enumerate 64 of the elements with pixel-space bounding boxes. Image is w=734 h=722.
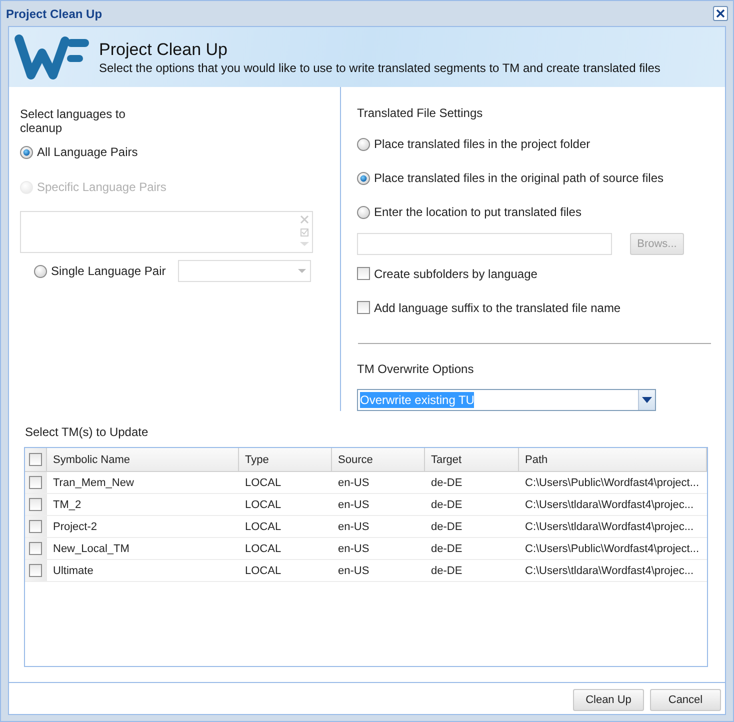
dialog-button[interactable]: Clean Up: [573, 689, 644, 711]
table-cell-text: LOCAL: [244, 498, 282, 512]
table-cell-text: LOCAL: [244, 476, 282, 490]
radio-label: Place translated files in the project folder: [374, 137, 590, 152]
table-cell-text: C:\Users\tldara\Wordfast4\projec...: [524, 498, 695, 512]
table-cell-text: C:\Users\Public\Wordfast4\project...: [524, 542, 700, 556]
table-cell-text: en-US: [337, 498, 370, 512]
radio-label: Single Language Pair: [51, 264, 167, 278]
table-cell-text: de-DE: [430, 476, 464, 490]
dialog-description: Select the options that you would like to use to write translated segments to TM and create translated files: [99, 60, 660, 74]
table-cell-text: Ultimate: [52, 564, 94, 578]
radio-button[interactable]: [357, 138, 370, 151]
radio-label: Place translated files in the original path of source files: [374, 171, 664, 186]
radio-button[interactable]: [357, 206, 370, 219]
checkbox-label: Add language suffix to the translated file name: [374, 300, 621, 315]
location-field[interactable]: [357, 233, 612, 256]
table-cell-text: LOCAL: [244, 542, 282, 556]
column-header[interactable]: Type: [239, 448, 332, 471]
dropdown-arrow-icon: [642, 396, 652, 403]
section-label: Select TM(s) to Update: [25, 425, 150, 439]
table-cell-text: en-US: [337, 520, 370, 534]
checkbox[interactable]: [357, 267, 370, 280]
checkbox[interactable]: [29, 520, 42, 533]
column-header[interactable]: Source: [332, 448, 425, 471]
table-cell-text: C:\Users\tldara\Wordfast4\projec...: [524, 520, 695, 534]
column-header[interactable]: Target: [425, 448, 519, 471]
table-cell-text: TM_2: [52, 498, 82, 512]
section-label: TM Overwrite Options: [357, 362, 475, 376]
radio-label: Specific Language Pairs: [37, 180, 166, 194]
table-cell-text: New_Local_TM: [52, 542, 130, 556]
table-cell-text: C:\Users\tldara\Wordfast4\projec...: [524, 564, 695, 578]
close-icon[interactable]: [713, 6, 728, 21]
checkbox[interactable]: [29, 476, 42, 489]
table-cell-text: LOCAL: [244, 520, 282, 534]
column-header[interactable]: Symbolic Name: [47, 448, 239, 471]
table-cell-text: LOCAL: [244, 564, 282, 578]
section-label: Select languages to cleanup: [20, 107, 126, 135]
table-cell-text: en-US: [337, 564, 370, 578]
checkbox[interactable]: [29, 564, 42, 577]
dropdown-arrow-icon: [298, 269, 306, 273]
radio-label: All Language Pairs: [37, 145, 138, 159]
checkbox[interactable]: [29, 542, 42, 555]
radio-button[interactable]: [34, 264, 47, 278]
radio-button[interactable]: [20, 146, 33, 158]
checkbox[interactable]: [29, 453, 42, 466]
checkbox[interactable]: [357, 301, 370, 314]
dialog-heading: Project Clean Up: [99, 40, 229, 60]
column-header[interactable]: Path: [519, 448, 707, 471]
section-label: Translated File Settings: [357, 106, 484, 120]
radio-label: Enter the location to put translated files: [374, 205, 582, 220]
table-cell-text: Project-2: [52, 520, 98, 534]
dialog-button[interactable]: Cancel: [650, 689, 721, 711]
window-title: Project Clean Up: [6, 6, 102, 20]
table-cell-text: de-DE: [430, 542, 464, 556]
table-cell-text: de-DE: [430, 498, 464, 512]
table-cell-text: de-DE: [430, 564, 464, 578]
table-cell-text: C:\Users\Public\Wordfast4\project...: [524, 476, 700, 490]
table-cell-text: en-US: [337, 476, 370, 490]
table-cell-text: de-DE: [430, 520, 464, 534]
checkbox[interactable]: [29, 498, 42, 511]
table-cell-text: Tran_Mem_New: [52, 476, 135, 490]
radio-button[interactable]: [357, 172, 370, 185]
table-cell-text: en-US: [337, 542, 370, 556]
checkbox-label: Create subfolders by language: [374, 266, 538, 281]
